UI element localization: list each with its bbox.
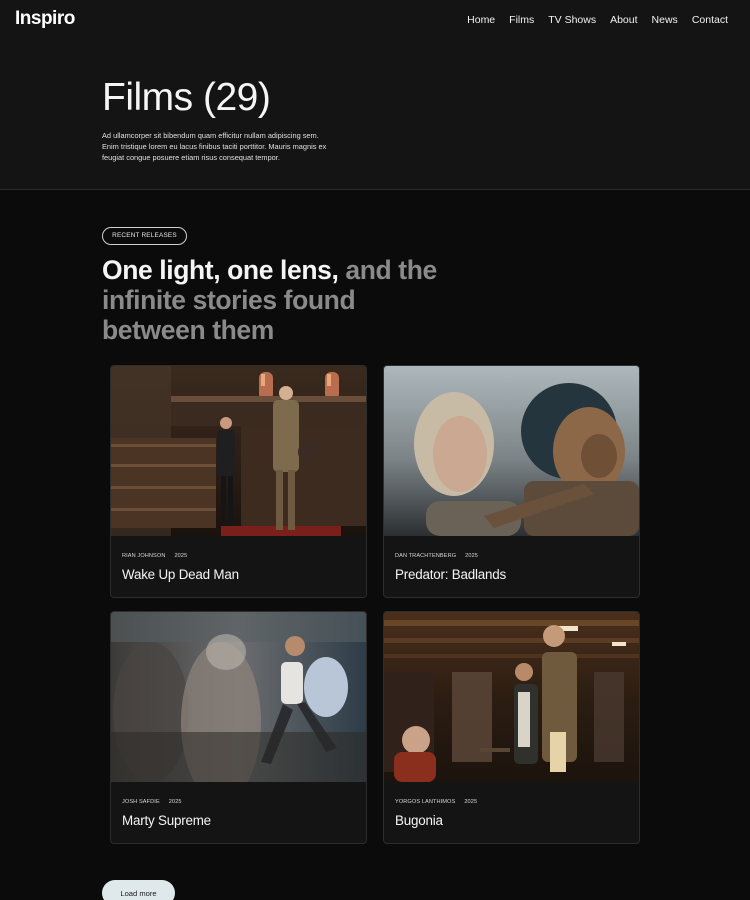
film-meta: DAN TRACHTENBERG 2025 [395, 553, 478, 559]
film-title[interactable]: Predator: Badlands [395, 567, 506, 582]
film-year: 2025 [168, 799, 182, 805]
section-headline: One light, one lens, and the infinite st… [102, 255, 462, 345]
film-title[interactable]: Wake Up Dead Man [122, 567, 239, 582]
film-card-wake-up-dead-man[interactable]: RIAN JOHNSON 2025 Wake Up Dead Man [110, 365, 367, 598]
nav-news[interactable]: News [652, 14, 678, 26]
page-description: Ad ullamcorper sit bibendum quam efficit… [102, 131, 327, 162]
nav-contact[interactable]: Contact [692, 14, 728, 26]
film-director: RIAN JOHNSON [122, 553, 166, 559]
film-card-marty-supreme[interactable]: JOSH SAFDIE 2025 Marty Supreme [110, 611, 367, 844]
nav-films[interactable]: Films [509, 14, 534, 26]
film-director: YORGOS LANTHIMOS [395, 799, 456, 805]
section-tag: RECENT RELEASES [102, 227, 187, 245]
film-still-image[interactable] [111, 612, 366, 782]
film-card-bugonia[interactable]: YORGOS LANTHIMOS 2025 Bugonia [383, 611, 640, 844]
film-card-predator-badlands[interactable]: DAN TRACHTENBERG 2025 Predator: Badlands [383, 365, 640, 598]
load-more-button[interactable]: Load more [102, 880, 175, 900]
site-logo[interactable]: Inspiro [15, 8, 75, 30]
main-nav: Home Films TV Shows About News Contact [467, 14, 728, 26]
nav-about[interactable]: About [610, 14, 637, 26]
film-title[interactable]: Bugonia [395, 813, 443, 828]
nav-home[interactable]: Home [467, 14, 495, 26]
nav-tv-shows[interactable]: TV Shows [548, 14, 596, 26]
film-year: 2025 [174, 553, 188, 559]
film-meta: JOSH SAFDIE 2025 [122, 799, 182, 805]
film-director: DAN TRACHTENBERG [395, 553, 457, 559]
film-title[interactable]: Marty Supreme [122, 813, 211, 828]
film-still-image[interactable] [384, 612, 639, 782]
headline-bright: One light, one lens, [102, 255, 339, 285]
film-still-image[interactable] [111, 366, 366, 536]
film-meta: YORGOS LANTHIMOS 2025 [395, 799, 477, 805]
film-year: 2025 [464, 799, 478, 805]
page-title: Films (29) [102, 76, 271, 119]
film-year: 2025 [465, 553, 479, 559]
film-director: JOSH SAFDIE [122, 799, 160, 805]
film-still-image[interactable] [384, 366, 639, 536]
film-meta: RIAN JOHNSON 2025 [122, 553, 187, 559]
